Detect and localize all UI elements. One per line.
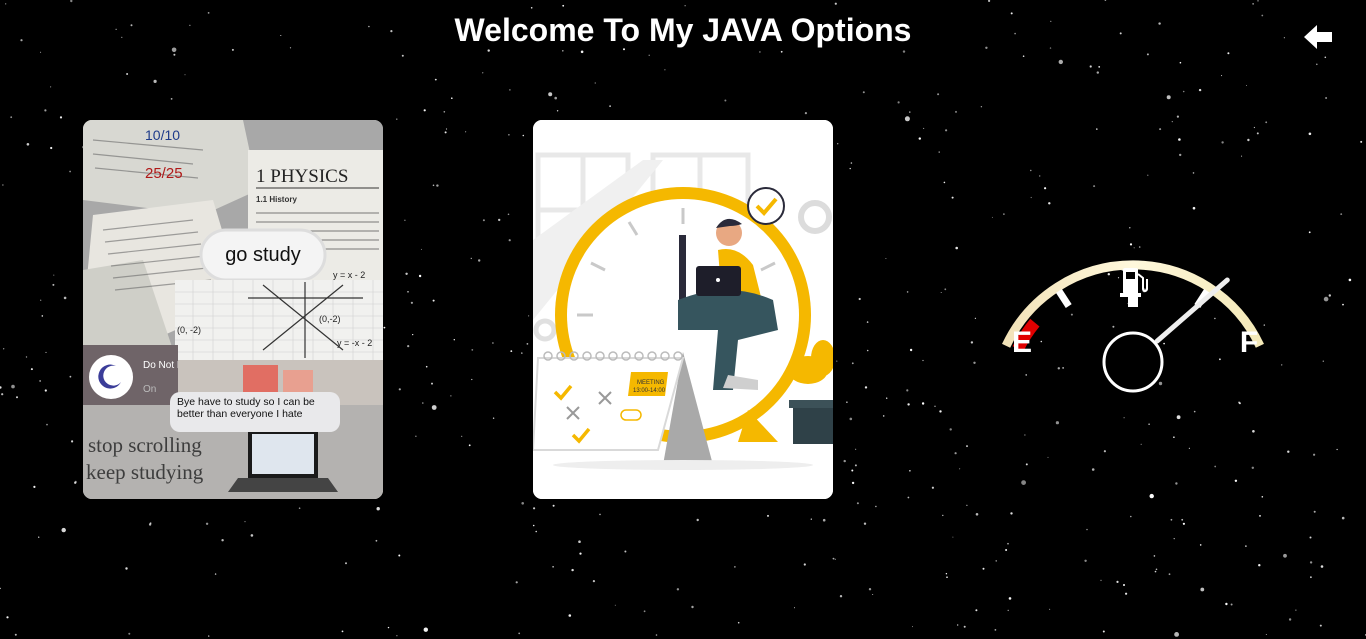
meeting-time: 13:00-14:00 <box>633 388 666 394</box>
history-heading: 1.1 History <box>256 195 297 204</box>
equation-2: (0, -2) <box>177 325 201 335</box>
equation-3: (0,-2) <box>319 314 341 324</box>
empty-label: E <box>1012 326 1032 359</box>
gauge-needle <box>1154 277 1230 344</box>
equation-4: y = -x - 2 <box>337 338 372 348</box>
message-bubble: Bye have to study so I can be better tha… <box>177 396 315 420</box>
clock-illustration-image: MEETING 13:00-14:00 <box>533 120 833 499</box>
go-study-bubble: go study <box>225 244 301 266</box>
full-label: F <box>1240 326 1258 359</box>
time-management-card[interactable]: MEETING 13:00-14:00 <box>533 120 833 499</box>
score-handwriting: 25/25 <box>145 165 183 182</box>
fuel-pump-icon <box>1120 268 1148 297</box>
slogan-line-2: keep studying <box>86 460 204 484</box>
study-collage-image: 10/10 25/25 1 PHYSICS 1.1 History go stu… <box>83 120 383 499</box>
physics-heading: 1 PHYSICS <box>256 166 348 187</box>
fuel-gauge[interactable]: E F <box>975 200 1295 410</box>
gauge-tick <box>1055 289 1072 308</box>
dnd-status: On <box>143 384 156 395</box>
date-handwriting: 10/10 <box>145 127 180 143</box>
meeting-label: MEETING <box>637 380 665 386</box>
equation-1: y = x - 2 <box>333 270 365 280</box>
study-card[interactable]: 10/10 25/25 1 PHYSICS 1.1 History go stu… <box>83 120 383 499</box>
page-title: Welcome To My JAVA Options <box>454 12 912 48</box>
gauge-hub <box>1102 331 1164 393</box>
slogan-line-1: stop scrolling <box>88 433 202 457</box>
back-arrow-icon[interactable] <box>1301 22 1335 52</box>
